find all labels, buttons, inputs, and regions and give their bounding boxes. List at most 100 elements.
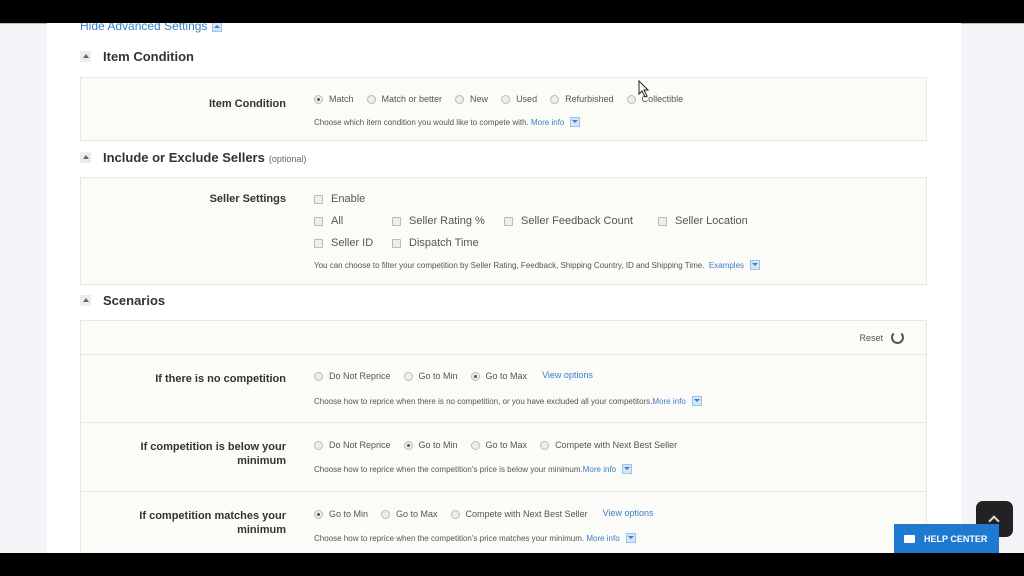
radio-new[interactable]: New: [455, 94, 488, 104]
help-center-icon: [904, 534, 915, 543]
more-info-link[interactable]: More info: [583, 465, 616, 474]
radio-refurbished[interactable]: Refurbished: [550, 94, 614, 104]
hide-advanced-label: Hide Advanced Settings: [80, 23, 208, 33]
scenario-row-matches-minimum: If competition matches your minimum Go t…: [81, 491, 926, 553]
radio-label: Do Not Reprice: [329, 440, 391, 450]
help-text: You can choose to filter your competitio…: [314, 260, 705, 270]
checkbox-label: Enable: [331, 193, 366, 205]
dropdown-icon[interactable]: [625, 533, 636, 543]
collapse-toggle-icon[interactable]: [80, 295, 91, 306]
radio-icon: [550, 94, 560, 104]
radio-label: Match or better: [381, 94, 443, 104]
radio-label: Go to Max: [396, 509, 438, 519]
radio-go-to-min[interactable]: Go to Min: [314, 509, 368, 519]
scenario-radio-group: Go to Min Go to Max Compete with Next Be…: [314, 508, 654, 519]
section-title: Include or Exclude Sellers: [103, 150, 265, 165]
scenario-label: If competition matches your minimum: [139, 509, 286, 537]
radio-go-to-max[interactable]: Go to Max: [470, 371, 528, 381]
radio-label: Compete with Next Best Seller: [555, 440, 678, 450]
scenario-row-no-competition: If there is no competition Do Not Repric…: [81, 354, 926, 422]
scenario-help: Choose how to reprice when there is no c…: [314, 396, 702, 406]
collapse-toggle-icon[interactable]: [80, 51, 91, 62]
view-options-link[interactable]: View options: [542, 370, 593, 380]
checkbox-icon: [504, 216, 513, 226]
radio-do-not-reprice[interactable]: Do Not Reprice: [314, 371, 391, 381]
radio-go-to-max[interactable]: Go to Max: [470, 440, 528, 450]
dropdown-icon[interactable]: [691, 396, 702, 406]
section-header-scenarios[interactable]: Scenarios: [80, 293, 165, 308]
hide-advanced-settings-link[interactable]: Hide Advanced Settings: [80, 23, 223, 33]
checkbox-seller-feedback-count[interactable]: Seller Feedback Count: [504, 215, 633, 227]
checkbox-label: Seller ID: [331, 237, 374, 249]
checkbox-icon: [314, 238, 323, 248]
radio-icon: [403, 371, 413, 381]
radio-go-to-min[interactable]: Go to Min: [403, 440, 458, 450]
section-header-sellers[interactable]: Include or Exclude Sellers (optional): [80, 150, 306, 165]
radio-go-to-max[interactable]: Go to Max: [381, 509, 438, 519]
collapse-icon: [212, 23, 223, 32]
scenario-help: Choose how to reprice when the competiti…: [314, 464, 633, 474]
browser-viewport: Hide Advanced Settings Item Condition It…: [0, 23, 1024, 553]
checkbox-seller-location[interactable]: Seller Location: [658, 215, 748, 227]
radio-icon: [366, 94, 376, 104]
reset-button[interactable]: Reset: [859, 331, 904, 344]
radio-icon: [540, 440, 550, 450]
checkbox-label: Seller Feedback Count: [521, 215, 633, 227]
help-text: Choose which item condition you would li…: [314, 117, 529, 127]
radio-label: Do Not Reprice: [329, 371, 391, 381]
dropdown-icon[interactable]: [570, 117, 581, 127]
radio-do-not-reprice[interactable]: Do Not Reprice: [314, 440, 391, 450]
scenario-label-line2: minimum: [237, 455, 286, 467]
dropdown-icon[interactable]: [622, 464, 633, 474]
item-condition-panel: Item Condition Match Match or better New…: [80, 77, 927, 141]
radio-go-to-min[interactable]: Go to Min: [403, 371, 458, 381]
radio-used[interactable]: Used: [501, 94, 537, 104]
help-text: Choose how to reprice when the competiti…: [314, 464, 583, 474]
scenario-label-line1: If competition is below your: [140, 441, 286, 453]
radio-compete-next-best[interactable]: Compete with Next Best Seller: [450, 509, 588, 519]
checkbox-icon: [392, 216, 401, 226]
help-center-button[interactable]: HELP CENTER: [894, 524, 999, 553]
radio-label: Go to Max: [485, 440, 528, 450]
scenario-label-line1: If competition matches your: [139, 510, 286, 522]
examples-link[interactable]: Examples: [709, 261, 744, 270]
radio-collectible[interactable]: Collectible: [626, 94, 683, 104]
radio-label: Go to Min: [418, 371, 458, 381]
radio-match[interactable]: Match: [314, 94, 354, 104]
radio-label: Go to Min: [418, 440, 458, 450]
collapse-toggle-icon[interactable]: [80, 152, 91, 163]
seller-settings-label: Seller Settings: [209, 193, 286, 205]
more-info-link[interactable]: More info: [531, 118, 564, 127]
item-condition-label: Item Condition: [209, 98, 286, 110]
scenario-label: If there is no competition: [155, 373, 286, 385]
more-info-link[interactable]: More info: [652, 397, 685, 406]
checkbox-icon: [392, 238, 401, 248]
radio-icon: [455, 94, 465, 104]
checkbox-dispatch-time[interactable]: Dispatch Time: [392, 237, 479, 249]
radio-label: New: [470, 94, 489, 104]
radio-label: Go to Min: [329, 509, 369, 519]
item-condition-help: Choose which item condition you would li…: [314, 117, 581, 127]
settings-page: Hide Advanced Settings Item Condition It…: [47, 23, 961, 553]
checkbox-label: Seller Location: [675, 215, 748, 227]
checkbox-all[interactable]: All: [314, 215, 343, 227]
radio-compete-next-best[interactable]: Compete with Next Best Seller: [540, 440, 677, 450]
checkbox-seller-rating[interactable]: Seller Rating %: [392, 215, 485, 227]
radio-label: Match: [329, 94, 354, 104]
radio-label: Go to Max: [485, 371, 528, 381]
checkbox-icon: [314, 194, 323, 204]
radio-icon: [501, 94, 511, 104]
view-options-link[interactable]: View options: [603, 508, 654, 518]
checkbox-seller-id[interactable]: Seller ID: [314, 237, 373, 249]
radio-icon: [381, 509, 391, 519]
checkbox-icon: [314, 216, 323, 226]
checkbox-enable[interactable]: Enable: [314, 193, 365, 205]
scenario-label: If competition is below your minimum: [141, 440, 286, 468]
section-header-item-condition[interactable]: Item Condition: [80, 49, 194, 64]
scenario-row-below-minimum: If competition is below your minimum Do …: [81, 422, 926, 491]
more-info-link[interactable]: More info: [586, 534, 619, 543]
dropdown-icon[interactable]: [750, 260, 761, 270]
checkbox-label: Seller Rating %: [409, 215, 485, 227]
radio-match-or-better[interactable]: Match or better: [366, 94, 443, 104]
radio-icon: [314, 371, 323, 381]
